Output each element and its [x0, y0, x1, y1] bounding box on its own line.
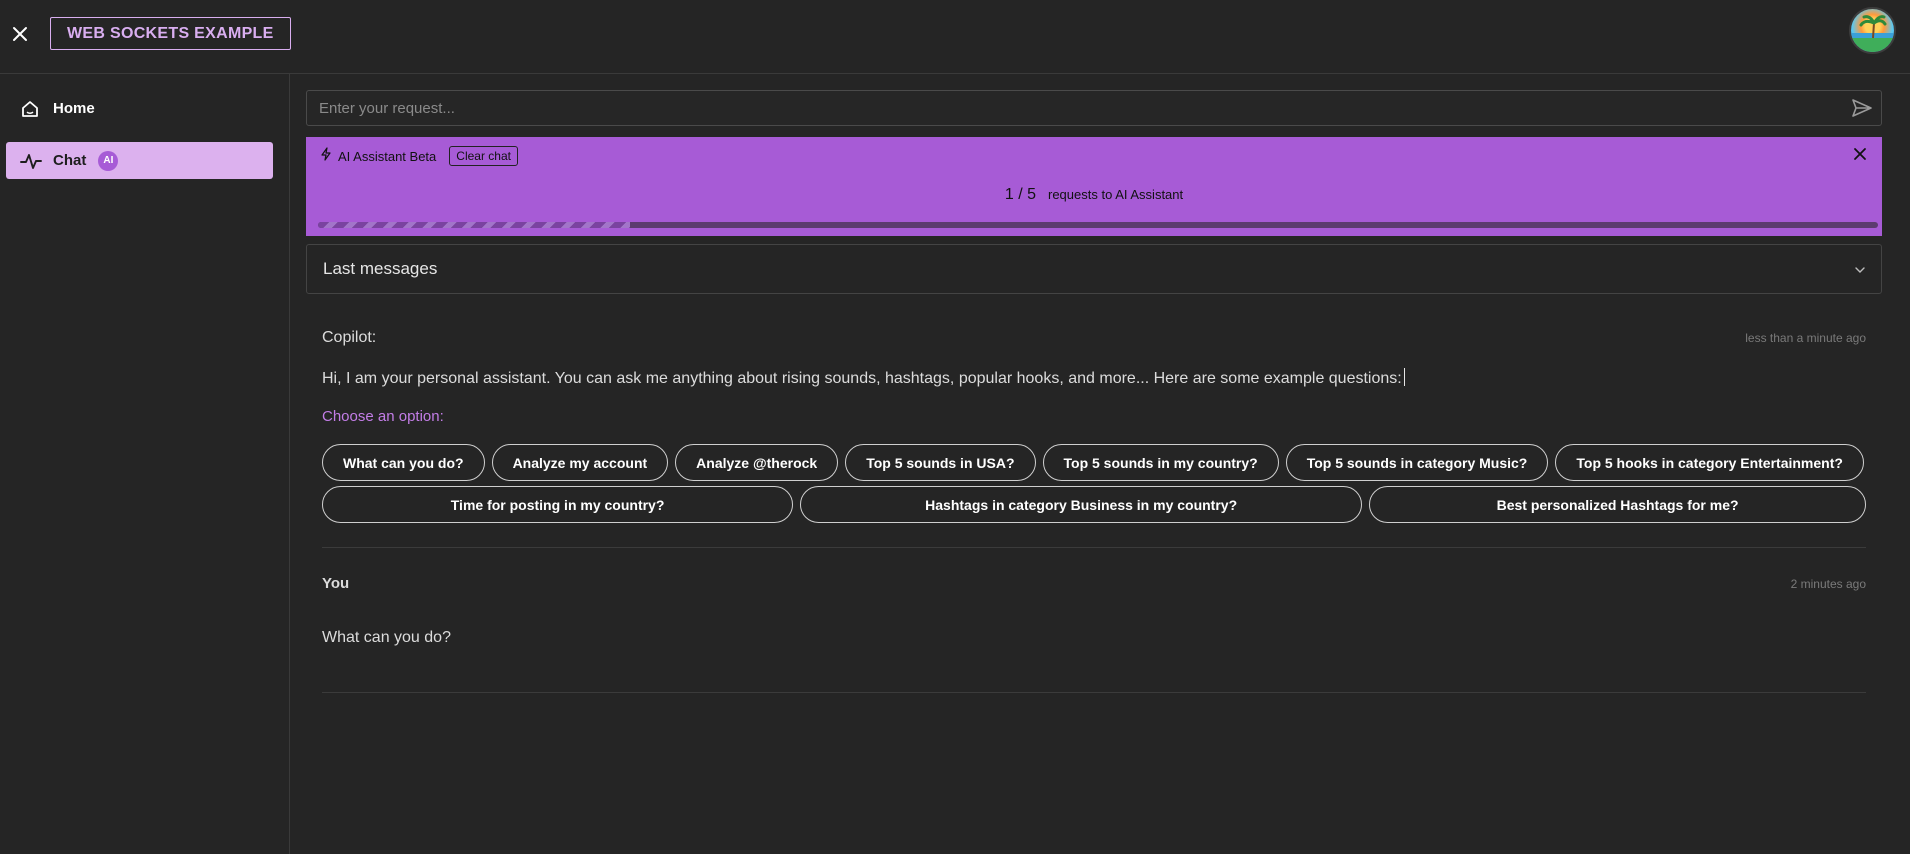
sidebar: Home Chat AI	[0, 74, 290, 854]
request-input[interactable]	[307, 91, 1827, 125]
counter-text: requests to AI Assistant	[1048, 187, 1184, 202]
request-bar	[306, 90, 1882, 126]
option-button[interactable]: Analyze @therock	[675, 444, 839, 481]
sidebar-item-label: Home	[53, 100, 95, 117]
message-sender: Copilot:	[322, 329, 377, 346]
sidebar-item-home[interactable]: Home	[6, 90, 273, 127]
progress-bar	[318, 222, 1878, 228]
close-icon[interactable]	[1852, 146, 1872, 166]
activity-icon	[20, 150, 42, 172]
ai-badge: AI	[98, 150, 119, 171]
option-button[interactable]: Top 5 sounds in USA?	[845, 444, 1036, 481]
options-row: Time for posting in my country? Hashtags …	[322, 486, 1866, 523]
banner-title: AI Assistant Beta	[338, 148, 437, 164]
option-button[interactable]: Analyze my account	[491, 444, 669, 481]
message-text: What can you do?	[322, 629, 451, 646]
message-time: 2 minutes ago	[1790, 577, 1866, 591]
home-icon	[20, 98, 42, 120]
message-text: Hi, I am your personal assistant. You ca…	[322, 368, 1866, 388]
choose-option-label: Choose an option:	[322, 408, 444, 425]
text-cursor	[1403, 368, 1405, 386]
request-counter: 1 / 5 requests to AI Assistant	[306, 186, 1882, 204]
sidebar-item-chat[interactable]: Chat AI	[6, 142, 273, 179]
options-row: What can you do? Analyze my account Analyz…	[322, 444, 1866, 481]
lightning-icon	[320, 146, 332, 166]
message-user: You 2 minutes ago	[322, 575, 1866, 592]
option-button[interactable]: Time for posting in my country?	[322, 486, 794, 523]
last-messages-accordion[interactable]: Last messages	[306, 244, 1882, 294]
message-time: less than a minute ago	[1745, 331, 1866, 345]
main-content: AI Assistant Beta Clear chat 1 / 5 reque…	[306, 74, 1882, 854]
divider	[322, 547, 1866, 548]
clear-chat-button[interactable]: Clear chat	[449, 146, 518, 166]
option-button[interactable]: Hashtags in category Business in my coun…	[800, 486, 1363, 523]
option-button[interactable]: What can you do?	[322, 444, 485, 481]
user-avatar[interactable]	[1849, 7, 1896, 54]
option-button[interactable]: Top 5 hooks in category Entertainment?	[1555, 444, 1864, 481]
progress-fill	[318, 222, 630, 228]
accordion-label: Last messages	[323, 259, 438, 278]
message-sender: You	[322, 575, 350, 592]
chevron-down-icon	[1853, 262, 1867, 276]
send-icon[interactable]	[1851, 97, 1875, 121]
option-button[interactable]: Best personalized Hashtags for me?	[1369, 486, 1866, 523]
counter-value: 1 / 5	[1004, 186, 1036, 203]
option-button[interactable]: Top 5 sounds in my country?	[1042, 444, 1279, 481]
ai-assistant-banner: AI Assistant Beta Clear chat 1 / 5 reque…	[306, 137, 1882, 236]
sidebar-item-label: Chat	[53, 152, 87, 169]
app-title[interactable]: WEB SOCKETS EXAMPLE	[50, 17, 291, 50]
top-bar: WEB SOCKETS EXAMPLE	[0, 0, 1910, 74]
message-copilot: Copilot: less than a minute ago	[322, 329, 1866, 347]
divider	[322, 692, 1866, 693]
option-button[interactable]: Top 5 sounds in category Music?	[1285, 444, 1549, 481]
close-icon[interactable]	[8, 18, 32, 50]
